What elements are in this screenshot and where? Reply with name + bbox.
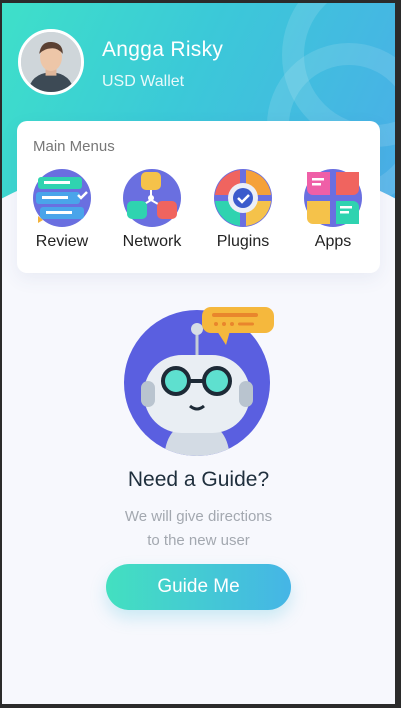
guide-me-button[interactable]: Guide Me bbox=[106, 564, 291, 610]
robot-illustration bbox=[124, 307, 274, 456]
network-icon bbox=[123, 169, 181, 227]
guide-line-2: to the new user bbox=[147, 532, 250, 549]
menu-label-plugins: Plugins bbox=[216, 233, 270, 250]
review-icon bbox=[33, 169, 91, 227]
wallet-label: USD Wallet bbox=[102, 73, 185, 90]
guide-title: Need a Guide? bbox=[127, 468, 270, 491]
menu-item-apps[interactable]: Apps bbox=[293, 168, 373, 251]
main-menus-title: Main Menus bbox=[33, 138, 115, 155]
guide-description: We will give directions to the new user bbox=[2, 505, 395, 553]
user-name: Angga Risky bbox=[102, 38, 224, 61]
menu-label-apps: Apps bbox=[314, 233, 352, 250]
apps-icon bbox=[304, 169, 362, 227]
plugins-icon bbox=[214, 169, 272, 227]
menu-item-review[interactable]: Review bbox=[22, 168, 102, 251]
menu-item-plugins[interactable]: Plugins bbox=[203, 168, 283, 251]
menu-label-network: Network bbox=[122, 233, 182, 250]
menu-label-review: Review bbox=[35, 233, 89, 250]
main-menus-card: Main Menus Review Network Plugins Apps bbox=[17, 121, 380, 273]
avatar[interactable] bbox=[18, 29, 84, 95]
app-screen: Angga Risky USD Wallet Main Menus Review bbox=[2, 3, 395, 704]
guide-line-1: We will give directions bbox=[124, 508, 273, 525]
menu-item-network[interactable]: Network bbox=[112, 168, 192, 251]
